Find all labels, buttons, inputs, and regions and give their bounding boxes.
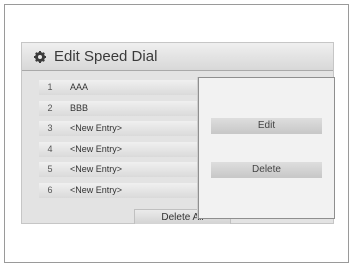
speed-dial-entry-1[interactable]: 1 AAA xyxy=(39,80,219,95)
speed-dial-entry-6[interactable]: 6 <New Entry> xyxy=(39,182,219,198)
entry-label: <New Entry> xyxy=(70,184,123,195)
delete-button[interactable]: Delete xyxy=(211,162,322,178)
edit-button[interactable]: Edit xyxy=(211,118,322,134)
speed-dial-entry-4[interactable]: 4 <New Entry> xyxy=(39,141,219,157)
entry-label: AAA xyxy=(70,82,89,92)
page-title: Edit Speed Dial xyxy=(54,48,158,65)
entry-number: 5 xyxy=(47,164,53,174)
title-bar: Edit Speed Dial xyxy=(22,43,333,71)
speed-dial-entry-3[interactable]: 3 <New Entry> xyxy=(39,121,219,136)
entry-number: 4 xyxy=(47,143,53,154)
entry-label: <New Entry> xyxy=(70,164,123,174)
entry-options-popup: Edit Delete xyxy=(198,77,335,219)
entry-number: 1 xyxy=(47,82,53,92)
entry-number: 6 xyxy=(47,184,53,195)
speed-dial-entry-5[interactable]: 5 <New Entry> xyxy=(39,162,219,177)
entry-label: <New Entry> xyxy=(70,143,123,154)
speed-dial-list: 1 AAA 2 BBB 3 <New Entry> 4 <New Entry> … xyxy=(39,80,219,203)
gear-icon xyxy=(34,51,46,63)
entry-label: BBB xyxy=(70,102,89,113)
entry-label: <New Entry> xyxy=(70,123,123,133)
entry-number: 2 xyxy=(47,102,53,113)
entry-number: 3 xyxy=(47,123,53,133)
speed-dial-entry-2[interactable]: 2 BBB xyxy=(39,100,219,116)
